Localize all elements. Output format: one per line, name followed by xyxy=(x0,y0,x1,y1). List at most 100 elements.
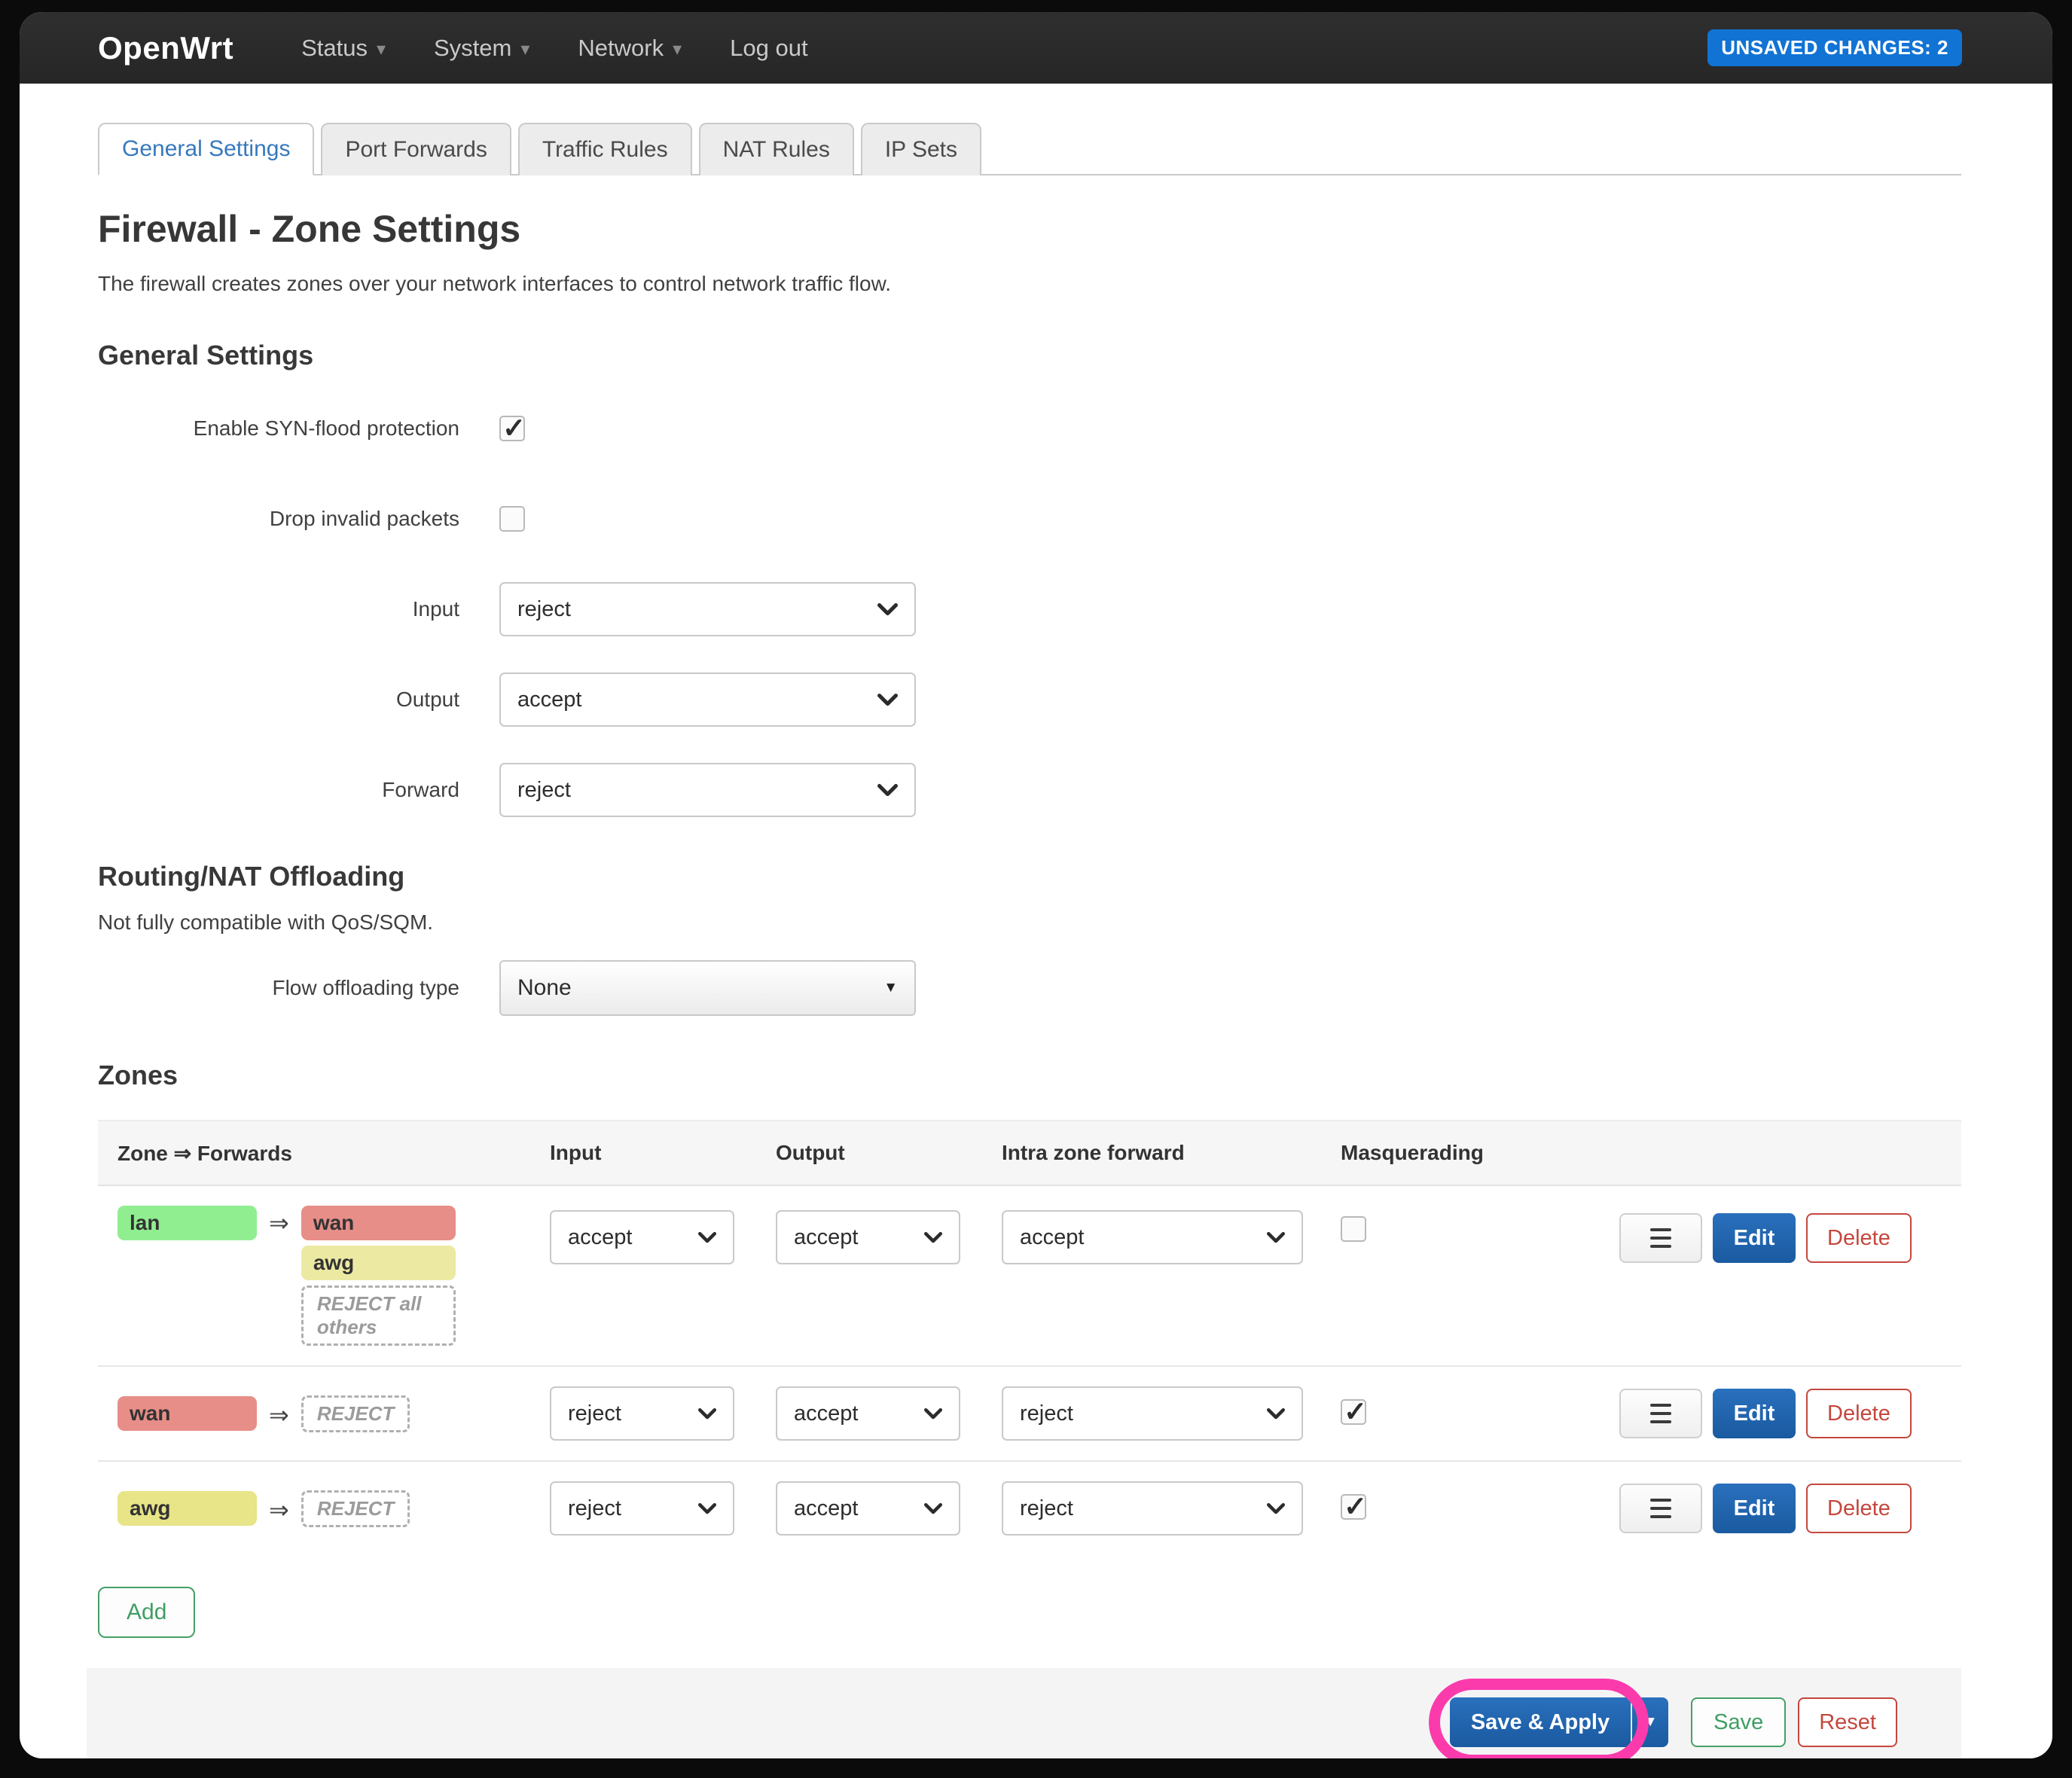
zone-wan-sort-button[interactable] xyxy=(1619,1389,1702,1438)
zone-badge-awg: awg xyxy=(117,1491,257,1526)
flow-offloading-row: Flow offloading type None ▼ xyxy=(98,960,1961,1016)
tab-nat-rules[interactable]: NAT Rules xyxy=(699,123,854,175)
col-masquerading: Masquerading xyxy=(1341,1141,1619,1165)
menu-icon xyxy=(1650,1499,1671,1518)
zone-badge-lan: lan xyxy=(117,1206,257,1240)
reset-button[interactable]: Reset xyxy=(1798,1697,1897,1747)
forward-arrow-icon: ⇒ xyxy=(269,1398,289,1429)
zone-lan-intra-select[interactable]: accept xyxy=(1002,1210,1303,1264)
col-input: Input xyxy=(550,1141,776,1165)
syn-flood-row: Enable SYN-flood protection xyxy=(98,401,1961,456)
zone-wan-masquerading-checkbox[interactable] xyxy=(1341,1399,1366,1425)
reject-note: REJECT xyxy=(301,1490,410,1527)
chevron-down-icon xyxy=(877,603,898,616)
top-navbar: OpenWrt Status ▾ System ▾ Network ▾ Log … xyxy=(20,12,2052,84)
zone-lan-delete-button[interactable]: Delete xyxy=(1806,1213,1912,1263)
zone-awg-intra-select[interactable]: reject xyxy=(1002,1481,1303,1536)
caret-down-icon: ▾ xyxy=(377,38,386,59)
col-zone-forwards: Zone ⇒ Forwards xyxy=(98,1141,550,1166)
drop-invalid-label: Drop invalid packets xyxy=(98,507,459,531)
caret-down-icon: ▾ xyxy=(520,38,529,59)
syn-flood-checkbox[interactable] xyxy=(499,416,525,441)
input-policy-label: Input xyxy=(98,597,459,621)
save-apply-button[interactable]: Save & Apply xyxy=(1450,1697,1631,1747)
zone-row-awg: awg ⇒ REJECT reject accept xyxy=(98,1462,1961,1555)
menu-icon xyxy=(1650,1404,1671,1423)
dropdown-arrow-icon: ▼ xyxy=(1643,1714,1658,1731)
drop-invalid-checkbox[interactable] xyxy=(499,506,525,532)
add-zone-button[interactable]: Add xyxy=(98,1587,195,1638)
browser-page: OpenWrt Status ▾ System ▾ Network ▾ Log … xyxy=(20,12,2052,1758)
zone-awg-output-select[interactable]: accept xyxy=(776,1481,960,1536)
zone-wan-output-select[interactable]: accept xyxy=(776,1386,960,1441)
page-subtitle: The firewall creates zones over your net… xyxy=(98,272,1961,296)
forward-badge-wan: wan xyxy=(301,1206,456,1240)
page-title: Firewall - Zone Settings xyxy=(98,207,1961,251)
chevron-down-icon xyxy=(924,1503,942,1514)
zone-lan-sort-button[interactable] xyxy=(1619,1213,1702,1263)
zone-awg-input-select[interactable]: reject xyxy=(550,1481,734,1536)
chevron-down-icon xyxy=(877,784,898,797)
unsaved-changes-badge[interactable]: UNSAVED CHANGES: 2 xyxy=(1707,29,1962,66)
zone-awg-masquerading-checkbox[interactable] xyxy=(1341,1494,1366,1520)
zone-lan-output-select[interactable]: accept xyxy=(776,1210,960,1264)
zone-wan-intra-select[interactable]: reject xyxy=(1002,1386,1303,1441)
zone-wan-edit-button[interactable]: Edit xyxy=(1713,1389,1796,1438)
tab-traffic-rules[interactable]: Traffic Rules xyxy=(518,123,692,175)
nav-status[interactable]: Status ▾ xyxy=(301,35,386,62)
zones-table-header: Zone ⇒ Forwards Input Output Intra zone … xyxy=(98,1120,1961,1186)
chevron-down-icon xyxy=(924,1408,942,1420)
reject-note: REJECT xyxy=(301,1395,410,1432)
nav-logout[interactable]: Log out xyxy=(730,35,807,62)
flow-offloading-label: Flow offloading type xyxy=(98,976,459,1000)
tab-port-forwards[interactable]: Port Forwards xyxy=(321,123,511,175)
input-policy-select[interactable]: reject xyxy=(499,582,916,636)
output-policy-select[interactable]: accept xyxy=(499,672,916,727)
forward-arrow-icon: ⇒ xyxy=(269,1206,289,1237)
output-policy-label: Output xyxy=(98,688,459,712)
openwrt-logo: OpenWrt xyxy=(98,30,233,66)
footer-action-bar: Save & Apply ▼ Save Reset xyxy=(87,1668,1961,1758)
zone-lan-masquerading-checkbox[interactable] xyxy=(1341,1216,1366,1242)
zone-awg-sort-button[interactable] xyxy=(1619,1484,1702,1533)
zone-awg-delete-button[interactable]: Delete xyxy=(1806,1484,1912,1533)
col-output: Output xyxy=(776,1141,1002,1165)
dropdown-arrow-icon: ▼ xyxy=(883,980,898,996)
forward-arrow-icon: ⇒ xyxy=(269,1493,289,1524)
zones-table: Zone ⇒ Forwards Input Output Intra zone … xyxy=(98,1120,1961,1555)
drop-invalid-row: Drop invalid packets xyxy=(98,492,1961,546)
nav-system[interactable]: System ▾ xyxy=(434,35,529,62)
forward-policy-row: Forward reject xyxy=(98,763,1961,817)
general-settings-heading: General Settings xyxy=(98,340,1961,371)
tab-general-settings[interactable]: General Settings xyxy=(98,123,314,175)
zone-row-wan: wan ⇒ REJECT reject accept xyxy=(98,1367,1961,1462)
zone-wan-delete-button[interactable]: Delete xyxy=(1806,1389,1912,1438)
save-apply-split-button: Save & Apply ▼ xyxy=(1450,1697,1668,1747)
forward-policy-select[interactable]: reject xyxy=(499,763,916,817)
reject-all-others-note: REJECT all others xyxy=(301,1285,456,1346)
save-apply-dropdown-button[interactable]: ▼ xyxy=(1631,1697,1668,1747)
routing-offloading-note: Not fully compatible with QoS/SQM. xyxy=(98,910,1961,935)
chevron-down-icon xyxy=(698,1232,716,1243)
caret-down-icon: ▾ xyxy=(673,38,682,59)
zone-row-lan: lan ⇒ wan awg REJECT all others accept xyxy=(98,1186,1961,1367)
col-intra-zone-forward: Intra zone forward xyxy=(1002,1141,1341,1165)
menu-icon xyxy=(1650,1228,1671,1248)
tab-ip-sets[interactable]: IP Sets xyxy=(861,123,981,175)
zone-wan-input-select[interactable]: reject xyxy=(550,1386,734,1441)
forward-badge-awg: awg xyxy=(301,1246,456,1280)
save-button[interactable]: Save xyxy=(1691,1697,1786,1747)
nav-network[interactable]: Network ▾ xyxy=(578,35,682,62)
zone-lan-input-select[interactable]: accept xyxy=(550,1210,734,1264)
zone-lan-edit-button[interactable]: Edit xyxy=(1713,1213,1796,1263)
syn-flood-label: Enable SYN-flood protection xyxy=(98,416,459,441)
flow-offloading-select[interactable]: None ▼ xyxy=(499,960,916,1016)
chevron-down-icon xyxy=(1267,1503,1285,1514)
forward-policy-label: Forward xyxy=(98,778,459,802)
chevron-down-icon xyxy=(1267,1408,1285,1420)
chevron-down-icon xyxy=(924,1232,942,1243)
output-policy-row: Output accept xyxy=(98,672,1961,727)
input-policy-row: Input reject xyxy=(98,582,1961,636)
firewall-tabs: General Settings Port Forwards Traffic R… xyxy=(98,123,1961,175)
zone-awg-edit-button[interactable]: Edit xyxy=(1713,1484,1796,1533)
